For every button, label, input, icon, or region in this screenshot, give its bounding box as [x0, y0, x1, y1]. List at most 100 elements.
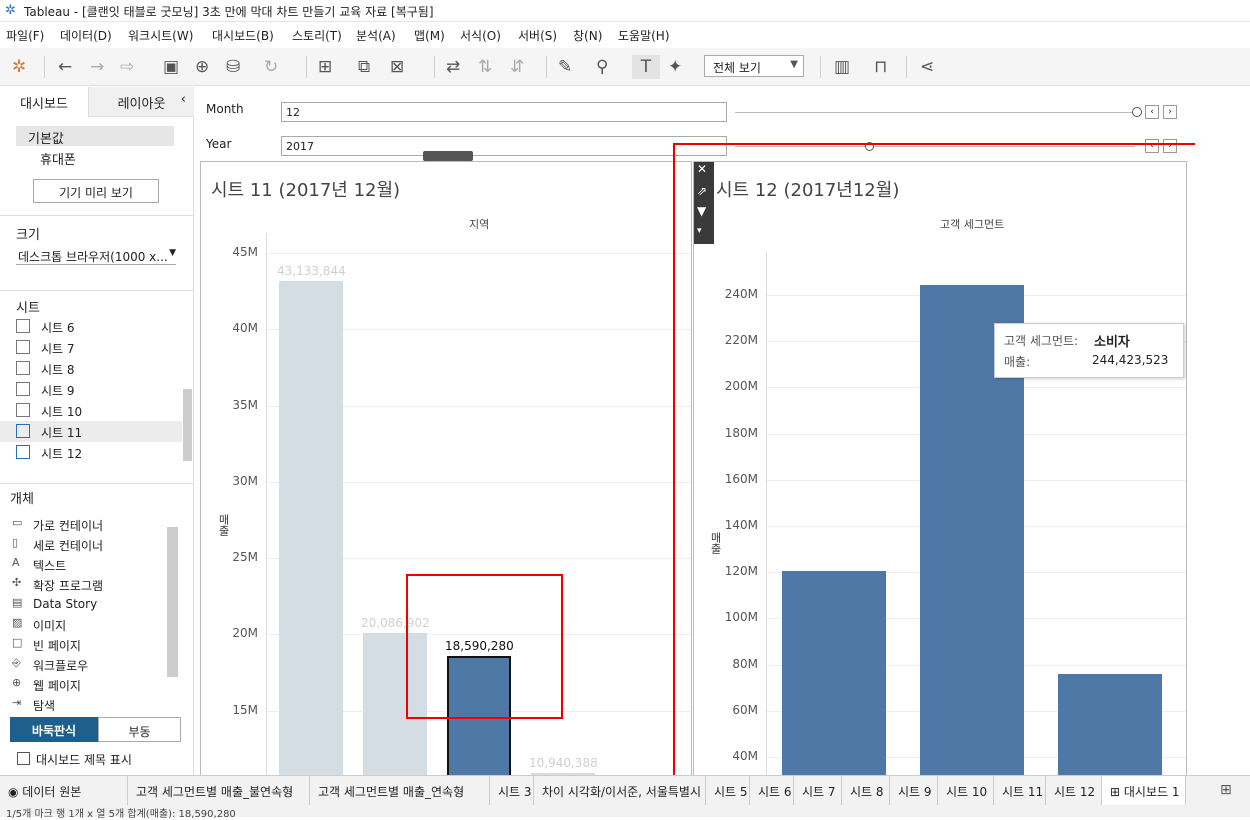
collapse-icon[interactable]: ‹: [181, 92, 186, 107]
menu-data[interactable]: 데이터(D): [60, 27, 112, 44]
menu-dashboard[interactable]: 대시보드(B): [212, 27, 274, 44]
floating-button[interactable]: 부동: [98, 717, 181, 742]
menu-help[interactable]: 도움말(H): [618, 27, 670, 44]
sheet-item[interactable]: 시트 11: [0, 421, 182, 442]
axis-tick-label: 35M: [232, 397, 258, 412]
sheets-scrollbar[interactable]: [183, 389, 192, 461]
menu-format[interactable]: 서식(O): [460, 27, 501, 44]
datasource-icon[interactable]: ⛁: [226, 58, 240, 76]
sort-desc-icon[interactable]: ⇵: [510, 58, 524, 76]
vertical-container-icon: ▯: [12, 536, 19, 549]
object-label: 이미지: [33, 619, 67, 633]
menu-file[interactable]: 파일(F): [6, 27, 44, 44]
tiled-button[interactable]: 바둑판식: [10, 717, 98, 742]
sheet-tab[interactable]: 고객 세그먼트별 매출_연속형: [310, 776, 490, 806]
menu-story[interactable]: 스토리(T): [292, 27, 342, 44]
menu-worksheet[interactable]: 워크시트(W): [128, 27, 193, 44]
sheet-item[interactable]: 시트 6: [0, 319, 182, 337]
annotation-icon[interactable]: ⚲: [596, 58, 608, 76]
view-select-label: 전체 보기: [713, 61, 761, 75]
sheet-tab[interactable]: ⊞ 대시보드 1: [1102, 776, 1186, 806]
sheet-used-icon: [16, 424, 30, 438]
chevron-down-icon: ▼: [169, 248, 176, 258]
device-phone[interactable]: 휴대폰: [40, 149, 76, 168]
share-icon[interactable]: ⋖: [920, 58, 934, 76]
menu-window[interactable]: 창(N): [573, 27, 602, 44]
undo-icon[interactable]: ←: [58, 58, 72, 76]
sheet-icon: [16, 319, 30, 333]
status-text: 1/5개 마크 행 1개 x 열 5개 합계(매출): 18,590,280: [6, 809, 236, 820]
right-margin: [1195, 87, 1250, 775]
object-label: 빈 페이지: [33, 639, 81, 653]
sheet-tab[interactable]: 시트 3: [490, 776, 534, 806]
tab-dashboard[interactable]: 대시보드: [0, 87, 88, 117]
sheet-tab[interactable]: 차이 시각화/이서준, 서울특별시: [534, 776, 706, 806]
axis-tick-label: 30M: [232, 473, 258, 488]
sort-asc-icon[interactable]: ⇅: [478, 58, 492, 76]
new-sheet-icon[interactable]: ⊞: [318, 58, 332, 76]
sheet-item[interactable]: 시트 12: [0, 442, 182, 461]
tableau-home-icon[interactable]: ✲: [12, 58, 26, 76]
save-icon[interactable]: ▣: [163, 58, 179, 76]
sheet-tab[interactable]: ◉ 데이터 원본: [0, 776, 128, 806]
show-title-checkbox[interactable]: [17, 752, 30, 765]
redo-icon[interactable]: →: [90, 58, 104, 76]
sheet-tab[interactable]: 시트 10: [938, 776, 994, 806]
text-label-icon[interactable]: T: [632, 55, 660, 79]
device-default[interactable]: 기본값: [16, 126, 174, 147]
sheet-tab[interactable]: 고객 세그먼트별 매출_불연속형: [128, 776, 310, 806]
sheet-label: 시트 12: [41, 447, 83, 461]
sheet-tab[interactable]: 시트 9: [890, 776, 938, 806]
clear-sheet-icon[interactable]: ⊠: [390, 58, 404, 76]
objects-title: 개체: [10, 492, 34, 507]
sheets-list: 시트 6 시트 7 시트 8 시트 9 시트 10 시트 11 시트 12: [0, 319, 194, 461]
sheet-icon: [16, 340, 30, 354]
sheets-title: 시트: [16, 301, 40, 316]
objects-scrollbar[interactable]: [167, 527, 178, 677]
sheet-item[interactable]: 시트 9: [0, 379, 182, 400]
sheet-item[interactable]: 시트 8: [0, 358, 182, 379]
sheet-label: 시트 7: [41, 342, 75, 356]
sheet-tabs-bar: ◉ 데이터 원본 고객 세그먼트별 매출_불연속형 고객 세그먼트별 매출_연속형 시…: [0, 775, 1250, 806]
menu-map[interactable]: 맵(M): [414, 27, 445, 44]
month-filter-input[interactable]: 12: [281, 102, 727, 122]
replay-icon[interactable]: ⇨: [120, 58, 134, 76]
web-page-icon: ⊕: [12, 676, 22, 689]
device-preview-button[interactable]: 기기 미리 보기: [33, 179, 159, 203]
sheet-tab[interactable]: 시트 8: [842, 776, 890, 806]
show-me-icon[interactable]: ▥: [834, 58, 850, 76]
swap-icon[interactable]: ⇄: [446, 58, 460, 76]
view-select[interactable]: 전체 보기 ▼: [704, 55, 804, 77]
year-filter-input[interactable]: 2017: [281, 136, 727, 156]
sheet-tab[interactable]: 시트 7: [794, 776, 842, 806]
sheet-tab[interactable]: 시트 11: [994, 776, 1046, 806]
size-select[interactable]: 데스크톱 브라우저(1000 x... ▼: [16, 245, 176, 265]
axis-tick-label: 15M: [232, 702, 258, 717]
month-slider-handle[interactable]: [1132, 107, 1142, 117]
sheet-tab[interactable]: 시트 5: [706, 776, 750, 806]
pin-icon[interactable]: ✦: [668, 58, 682, 76]
refresh-icon[interactable]: ↻: [264, 58, 278, 76]
new-dashboard-icon[interactable]: ⊞: [1220, 782, 1232, 798]
dashboard-sidebar: 대시보드 레이아웃 ‹ 기본값 휴대폰 기기 미리 보기 크기 데스크톱 브라우…: [0, 87, 194, 775]
next-month-button[interactable]: ›: [1163, 105, 1177, 119]
sheet-tab[interactable]: 시트 6: [750, 776, 794, 806]
prev-month-button[interactable]: ‹: [1145, 105, 1159, 119]
device-default-label: 기본값: [28, 132, 64, 147]
y-axis-line: [266, 233, 267, 780]
new-datasource-icon[interactable]: ⊕: [195, 58, 209, 76]
menu-analysis[interactable]: 분석(A): [356, 27, 396, 44]
tab-layout[interactable]: 레이아웃 ‹: [88, 87, 194, 117]
sheet-item[interactable]: 시트 7: [0, 337, 182, 358]
size-select-value: 데스크톱 브라우저(1000 x...: [18, 250, 168, 264]
menu-server[interactable]: 서버(S): [518, 27, 557, 44]
duplicate-sheet-icon[interactable]: ⧉: [358, 58, 370, 76]
sheet-tab[interactable]: 시트 12: [1046, 776, 1102, 806]
bar-value-label: 43,133,844: [277, 264, 346, 279]
drag-handle[interactable]: [423, 151, 473, 161]
sheet-item[interactable]: 시트 10: [0, 400, 182, 421]
toolbar: ✲ ← → ⇨ ▣ ⊕ ⛁ ↻ ⊞ ⧉ ⊠ ⇄ ⇅ ⇵ ✎ ⚲ T ✦ ▥ ⊓ …: [0, 48, 1250, 86]
axis-tick-label: 20M: [232, 626, 258, 641]
highlight-icon[interactable]: ✎: [558, 58, 572, 76]
presentation-icon[interactable]: ⊓: [874, 58, 887, 76]
